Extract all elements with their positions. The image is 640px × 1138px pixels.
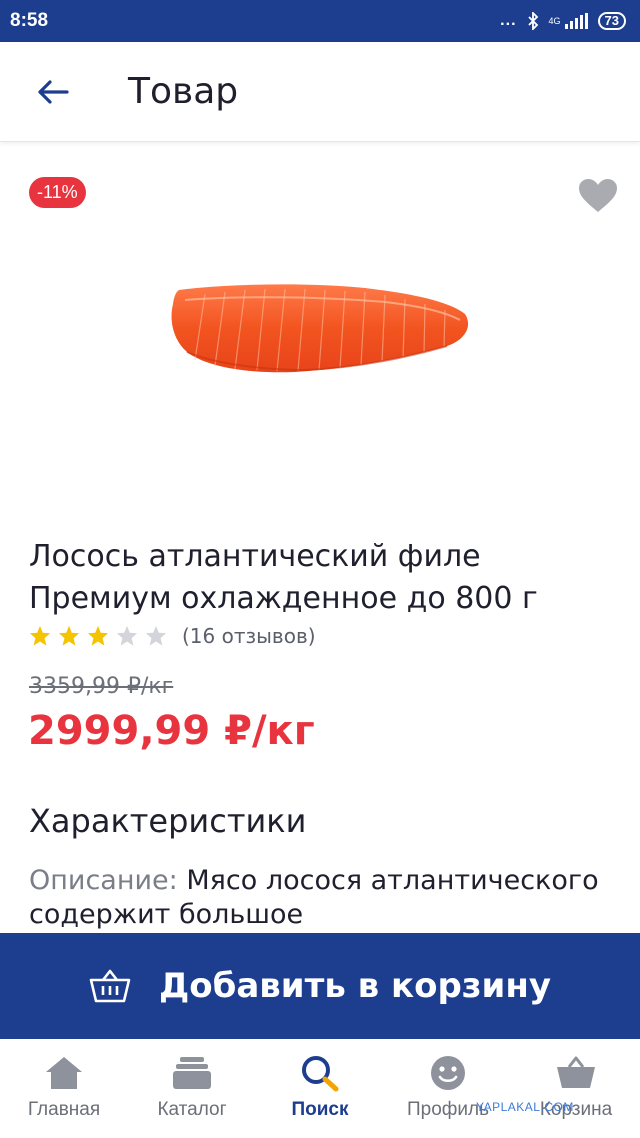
battery-indicator: 73 (597, 12, 626, 30)
notification-dots: ... (500, 12, 517, 29)
arrow-left-icon (38, 79, 69, 104)
network-type: 4G (548, 15, 561, 26)
watermark: YAPLAKAL.COM (476, 1100, 574, 1114)
star-filled-icon (58, 625, 80, 646)
discount-badge: -11% (29, 177, 86, 208)
star-filled-icon (29, 625, 51, 646)
reviews-link[interactable]: (16 отзывов) (182, 624, 316, 648)
signal-icon (564, 13, 588, 29)
star-filled-icon (87, 625, 109, 646)
favorite-button[interactable] (578, 178, 618, 218)
page-title: Товар (128, 71, 239, 112)
add-to-cart-button[interactable]: Добавить в корзину (0, 933, 640, 1039)
characteristics-title: Характеристики (29, 802, 307, 840)
status-time: 8:58 (10, 10, 49, 31)
bottom-nav: Главная Каталог Поиск Профиль Корзина (0, 1039, 640, 1138)
nav-label: Поиск (291, 1099, 349, 1120)
star-empty-icon (116, 625, 138, 646)
current-price: 2999,99 ₽/кг (28, 708, 315, 754)
description-label: Описание: (29, 865, 178, 896)
old-price: 3359,99 ₽/кг (29, 674, 174, 699)
search-icon (302, 1056, 339, 1092)
cart-icon (557, 1056, 595, 1088)
app-header: Товар (0, 42, 640, 142)
basket-icon (89, 969, 131, 1003)
nav-label: Каталог (157, 1099, 227, 1120)
star-empty-icon (145, 625, 167, 646)
catalog-icon (173, 1057, 211, 1089)
home-icon (46, 1057, 82, 1089)
bluetooth-icon (527, 12, 538, 30)
product-name: Лосось атлантический филе Премиум охлажд… (29, 539, 538, 616)
heart-icon (579, 179, 617, 212)
status-icons: ... 4G 73 (500, 12, 626, 30)
status-bar: 8:58 ... 4G 73 (0, 0, 640, 42)
back-button[interactable] (18, 62, 88, 122)
smiley-icon (431, 1056, 465, 1090)
nav-item-catalog[interactable]: Каталог (132, 1053, 252, 1121)
nav-item-home[interactable]: Главная (4, 1053, 124, 1121)
nav-item-search[interactable]: Поиск (260, 1053, 380, 1121)
product-rating: (16 отзывов) (29, 624, 316, 648)
product-description: Описание: Мясо лосося атлантического сод… (29, 864, 619, 932)
add-to-cart-label: Добавить в корзину (158, 966, 552, 1006)
nav-label: Главная (27, 1099, 101, 1120)
product-image (171, 284, 469, 373)
